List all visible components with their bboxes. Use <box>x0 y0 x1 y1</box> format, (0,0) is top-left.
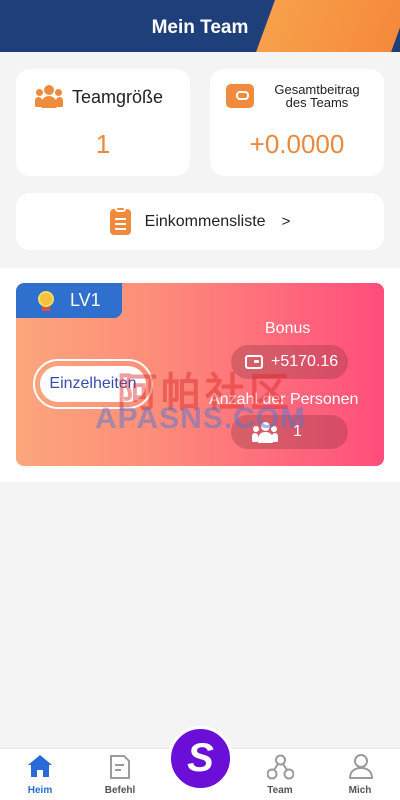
medal-icon <box>36 290 56 311</box>
team-contribution-label: Gesamtbeitrag des Teams <box>262 83 372 109</box>
nav-team-label: Team <box>267 785 293 796</box>
home-icon <box>28 755 52 777</box>
team-size-label: Teamgröße <box>72 86 164 107</box>
chevron-right-icon: > <box>281 213 291 230</box>
document-icon <box>110 755 130 779</box>
wallet-icon <box>226 84 254 108</box>
level-tag: LV1 <box>16 283 122 318</box>
page-title: Mein Team <box>151 17 249 38</box>
team-size-value: 1 <box>95 129 111 159</box>
people-icon <box>35 85 63 109</box>
user-icon <box>349 754 373 779</box>
team-contribution-label-line2: des Teams <box>285 95 349 110</box>
bonus-label: Bonus <box>265 320 311 337</box>
income-list-label: Einkommensliste <box>144 212 266 230</box>
header-bar: Mein Team <box>0 0 400 52</box>
nav-order-label: Befehl <box>104 785 136 796</box>
nav-me-label: Mich <box>348 785 372 796</box>
team-contribution-card: Gesamtbeitrag des Teams +0.0000 <box>210 69 384 176</box>
team-contribution-header: Gesamtbeitrag des Teams <box>226 83 372 109</box>
center-action-button[interactable]: S <box>168 726 233 791</box>
level-label: LV1 <box>70 290 101 310</box>
income-list-button[interactable]: Einkommensliste > <box>16 193 384 250</box>
team-contribution-value: +0.0000 <box>249 129 345 159</box>
team-icon <box>267 754 294 780</box>
team-size-card: Teamgröße 1 <box>16 69 190 176</box>
watermark-latin: APASNS.COM <box>95 402 307 435</box>
team-size-header: Teamgröße <box>35 85 164 109</box>
nav-home-label: Heim <box>27 785 53 796</box>
clipboard-icon <box>109 205 131 235</box>
